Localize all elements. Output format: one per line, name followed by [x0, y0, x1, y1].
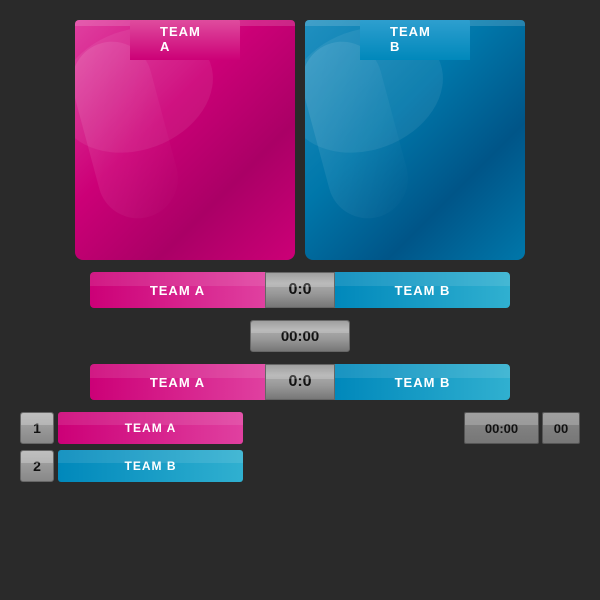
- panel-tab-team-b-label: TEAM B: [390, 24, 431, 54]
- team-a-name-label: TEAM A: [125, 421, 177, 435]
- team-b-bar-1-label: TEAM B: [395, 283, 451, 298]
- panel-team-a: TEAM A: [75, 20, 295, 260]
- top-panels: TEAM A TEAM B: [20, 20, 580, 260]
- timer-seg-main: 00:00: [464, 412, 539, 444]
- team-b-name-label: TEAM B: [125, 459, 177, 473]
- panel-team-b: TEAM B: [305, 20, 525, 260]
- team-a-bar-2-label: TEAM A: [150, 375, 205, 390]
- lower-thirds: 1 TEAM A 00:00 00 2 TEAM B: [20, 412, 580, 482]
- lower-row-team-b: 2 TEAM B: [20, 450, 580, 482]
- team-a-bar-2: TEAM A: [90, 364, 265, 400]
- timer-value-1: 00:00: [281, 328, 319, 345]
- timer-extra-val: 00: [554, 421, 568, 436]
- team-a-bar-1-label: TEAM A: [150, 283, 205, 298]
- team-b-bar-2: TEAM B: [335, 364, 510, 400]
- score-value-1: 0:0: [288, 281, 311, 299]
- timer-row-1: 00:00: [20, 320, 580, 352]
- scoreboard-row-2: TEAM A 0:0 TEAM B: [20, 364, 580, 400]
- number-badge-b: 2: [20, 450, 54, 482]
- panel-tab-team-a: TEAM A: [130, 20, 240, 60]
- main-container: TEAM A TEAM B TEAM A 0:0 TEAM B 00:00: [0, 0, 600, 600]
- scoreboard-row-1: TEAM A 0:0 TEAM B: [20, 272, 580, 308]
- panel-tab-team-a-label: TEAM A: [160, 24, 201, 54]
- team-name-bar-b: TEAM B: [58, 450, 243, 482]
- panel-shine-a: [75, 33, 187, 228]
- team-name-bar-a: TEAM A: [58, 412, 243, 444]
- team-b-bar-2-label: TEAM B: [395, 375, 451, 390]
- lower-timer: 00:00 00: [464, 412, 580, 444]
- lower-row-team-a: 1 TEAM A 00:00 00: [20, 412, 580, 444]
- team-a-bar-1: TEAM A: [90, 272, 265, 308]
- number-a: 1: [33, 420, 41, 436]
- score-display-1: 0:0: [265, 272, 335, 308]
- score-value-2: 0:0: [288, 373, 311, 391]
- panel-tab-team-b: TEAM B: [360, 20, 470, 60]
- number-badge-a: 1: [20, 412, 54, 444]
- panel-shine-b: [305, 33, 417, 228]
- team-b-bar-1: TEAM B: [335, 272, 510, 308]
- timer-seg-extra: 00: [542, 412, 580, 444]
- score-display-2: 0:0: [265, 364, 335, 400]
- number-b: 2: [33, 458, 41, 474]
- timer-display-1: 00:00: [250, 320, 350, 352]
- timer-main-val: 00:00: [485, 421, 518, 436]
